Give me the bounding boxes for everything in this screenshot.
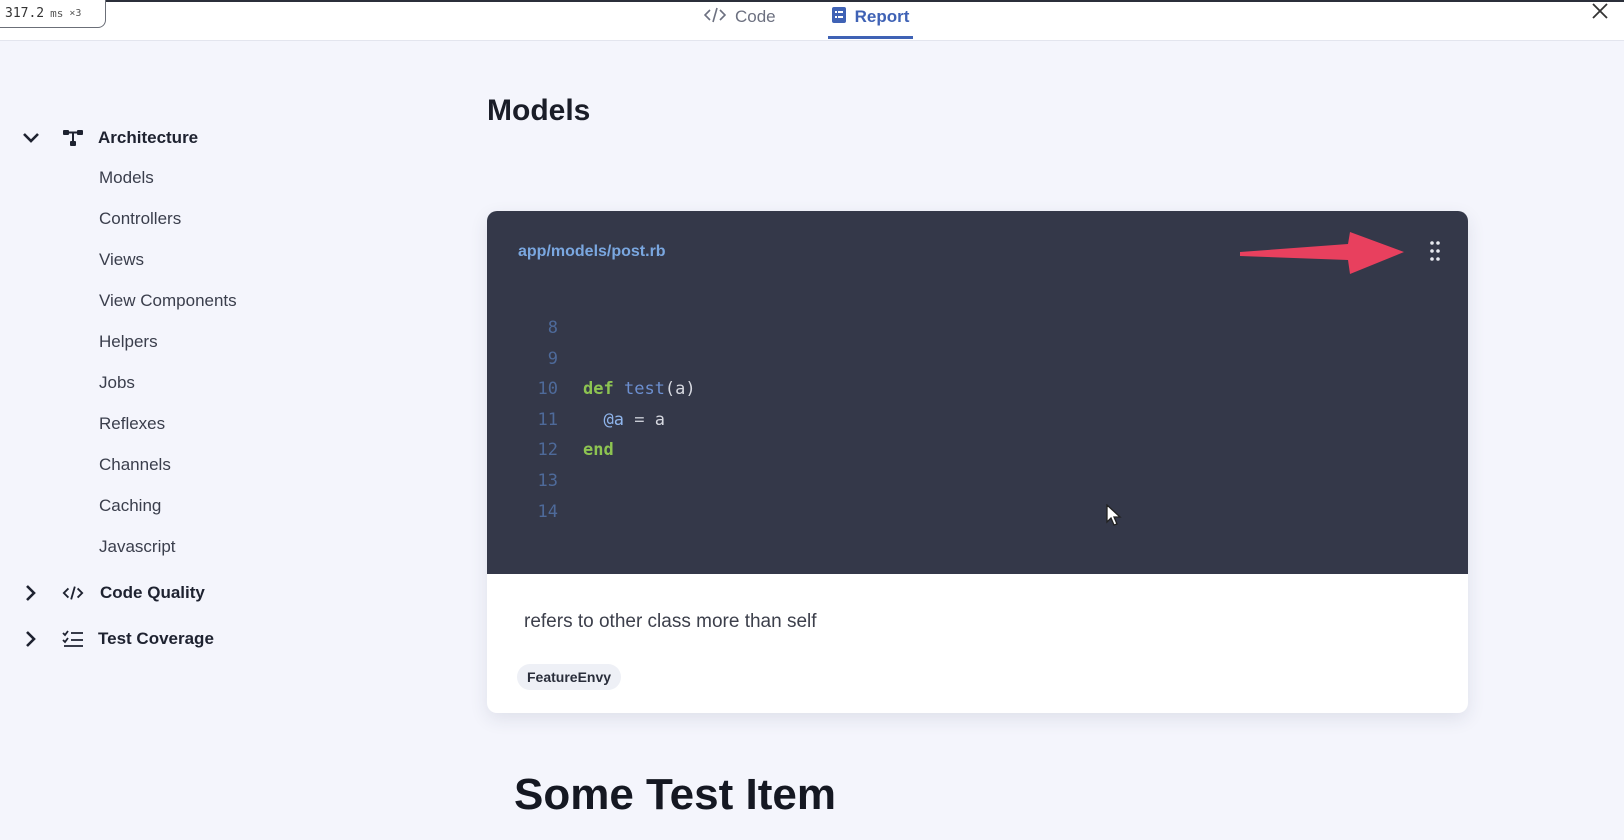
code-icon [703,7,727,28]
sidebar-item-javascript[interactable]: Javascript [99,537,176,557]
sidebar-item-views[interactable]: Views [99,250,144,270]
line-number: 8 [547,318,558,338]
file-path-link[interactable]: app/models/post.rb [518,243,666,261]
sidebar-group-label: Test Coverage [98,629,214,648]
tab-code[interactable]: Code [700,0,780,38]
mouse-cursor-icon [1106,503,1122,533]
chevron-down-icon [22,129,40,147]
chevron-right-icon [22,630,40,648]
sidebar-item-helpers[interactable]: Helpers [99,332,158,352]
line-number: 12 [537,440,558,460]
line-number: 10 [537,379,558,399]
issue-description: refers to other class more than self [524,611,817,632]
section-title: Some Test Item [514,770,836,819]
issue-tag[interactable]: FeatureEnvy [517,664,622,690]
sidebar-group-code-quality[interactable]: Code Quality [0,581,420,605]
line-number: 9 [547,349,558,369]
drag-handle-icon[interactable] [1427,239,1443,263]
sidebar-item-controllers[interactable]: Controllers [99,209,181,229]
view-tabs: Code Report [700,0,914,39]
sidebar-item-caching[interactable]: Caching [99,496,161,516]
sidebar-item-reflexes[interactable]: Reflexes [99,414,165,434]
tab-report-label: Report [854,7,910,26]
sidebar-item-jobs[interactable]: Jobs [99,373,135,393]
code-icon [62,582,84,604]
perf-multiplier: ×3 [69,8,82,19]
line-number: 13 [537,471,558,491]
perf-badge[interactable]: 317.2 ms ×3 [0,0,106,28]
sidebar-item-models[interactable]: Models [99,168,154,188]
sidebar-group-label: Architecture [98,128,199,147]
sidebar-item-channels[interactable]: Channels [99,455,171,475]
report-icon [831,6,846,28]
sidebar-group-architecture[interactable]: Architecture [0,126,420,150]
issue-card: app/models/post.rb 8 9 10 def test(a) 11… [487,211,1468,713]
line-number: 14 [537,502,558,522]
sidebar-group-test-coverage[interactable]: Test Coverage [0,627,420,651]
annotation-arrow-icon [1238,224,1408,285]
perf-unit: ms [50,7,64,20]
architecture-icon [62,127,84,149]
close-icon[interactable] [1590,0,1610,28]
code-text: @a = a [603,410,665,430]
perf-value: 317.2 [5,6,45,21]
tab-report[interactable]: Report [827,0,914,39]
top-bar: 317.2 ms ×3 Code Report [0,0,1624,41]
tab-code-label: Code [735,7,776,26]
sidebar-item-view-components[interactable]: View Components [99,291,237,311]
chevron-right-icon [22,584,40,602]
sidebar-group-label: Code Quality [100,583,205,602]
line-number: 11 [537,410,558,430]
checklist-icon [62,628,84,650]
page-title: Models [487,94,591,127]
code-text: def test(a) [583,379,696,399]
code-text: end [583,440,614,460]
